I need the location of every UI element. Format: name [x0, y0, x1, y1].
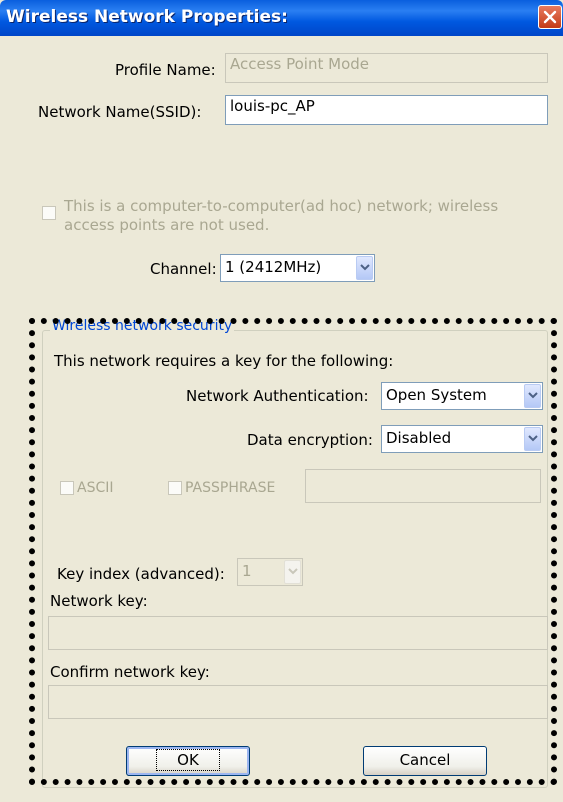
adhoc-label-line2: access points are not used.	[64, 216, 270, 234]
encryption-label: Data encryption:	[247, 431, 373, 449]
security-intro: This network requires a key for the foll…	[54, 352, 394, 370]
title-bar: Wireless Network Properties:	[0, 0, 563, 36]
auth-dropdown-button[interactable]	[524, 384, 541, 408]
channel-label: Channel:	[150, 260, 217, 278]
key-index-dropdown-button	[284, 560, 301, 584]
window-title: Wireless Network Properties:	[6, 7, 288, 27]
channel-select[interactable]: 1 (2412MHz)	[220, 254, 375, 282]
network-key-field	[48, 616, 548, 650]
auth-select[interactable]: Open System	[381, 382, 543, 410]
passphrase-field	[305, 469, 541, 503]
ascii-label: ASCII	[77, 480, 114, 496]
chevron-down-icon	[528, 435, 538, 442]
ssid-value: louis-pc_AP	[230, 97, 315, 115]
ssid-label: Network Name(SSID):	[38, 103, 202, 121]
confirm-key-field	[48, 685, 548, 719]
key-index-label: Key index (advanced):	[57, 565, 225, 583]
profile-name-label: Profile Name:	[115, 61, 216, 79]
channel-dropdown-button[interactable]	[356, 256, 373, 280]
profile-name-value: Access Point Mode	[230, 55, 369, 73]
profile-name-field: Access Point Mode	[225, 53, 548, 83]
chevron-down-icon	[528, 392, 538, 399]
chevron-down-icon	[288, 568, 298, 575]
auth-value: Open System	[386, 386, 487, 404]
adhoc-label-line1: This is a computer-to-computer(ad hoc) n…	[64, 197, 499, 215]
chevron-down-icon	[360, 264, 370, 271]
auth-label: Network Authentication:	[186, 387, 369, 405]
properties-dialog: Wireless Network Properties: Profile Nam…	[0, 0, 563, 802]
cancel-button-label: Cancel	[399, 751, 451, 769]
close-icon	[543, 10, 557, 24]
ssid-input[interactable]: louis-pc_AP	[225, 95, 548, 125]
cancel-button[interactable]: Cancel	[363, 746, 487, 776]
adhoc-checkbox	[42, 206, 56, 220]
key-index-select: 1	[237, 558, 303, 586]
ascii-checkbox	[60, 481, 74, 495]
ok-button[interactable]: OK	[126, 746, 250, 776]
network-key-label: Network key:	[50, 592, 148, 610]
passphrase-checkbox	[168, 481, 182, 495]
security-group-title: Wireless network security	[50, 318, 235, 334]
confirm-key-label: Confirm network key:	[50, 663, 210, 681]
ok-button-label: OK	[156, 749, 220, 771]
passphrase-label: PASSPHRASE	[185, 480, 276, 496]
encryption-dropdown-button[interactable]	[524, 427, 541, 451]
encryption-select[interactable]: Disabled	[381, 425, 543, 453]
key-index-value: 1	[242, 562, 252, 580]
close-button[interactable]	[538, 5, 562, 29]
channel-value: 1 (2412MHz)	[225, 258, 322, 276]
encryption-value: Disabled	[386, 429, 452, 447]
